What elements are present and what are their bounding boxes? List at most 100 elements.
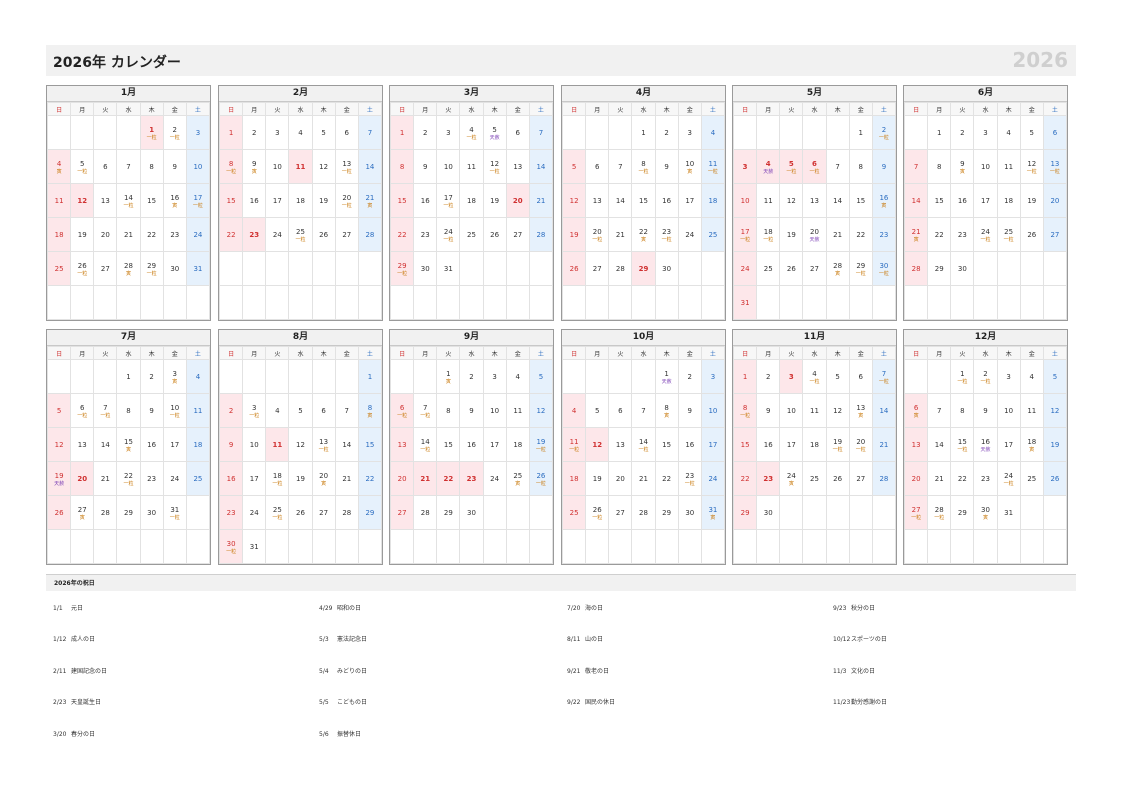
- day-number: 2: [172, 125, 177, 134]
- day-number: 15: [662, 440, 672, 449]
- day-number: 23: [662, 227, 672, 236]
- day-number: 7: [913, 162, 919, 171]
- day-number: 1: [742, 372, 748, 381]
- day-number: 24: [249, 508, 259, 517]
- weekday-header: 金: [1019, 102, 1044, 116]
- day-cell: 19 一粒: [528, 427, 554, 462]
- day-cell: [825, 529, 850, 564]
- day-tag-tora: 寅: [125, 270, 131, 277]
- day-number: 3: [251, 403, 257, 412]
- day-cell: 15: [927, 183, 952, 218]
- day-cell: 17: [265, 183, 290, 218]
- day-cell: 6: [334, 115, 359, 150]
- day-number: 13: [77, 440, 87, 449]
- day-number: 20: [342, 193, 352, 202]
- day-cell: 3: [265, 115, 290, 150]
- weekday-header: 水: [116, 346, 141, 360]
- holiday-entry: 11/3 文化の日: [833, 666, 875, 675]
- holiday-name: スポーツの日: [851, 636, 887, 643]
- weekday-header: 金: [848, 346, 873, 360]
- day-cell: 1: [927, 115, 952, 150]
- day-number: 3: [983, 128, 988, 137]
- holiday-entry: 4/29 昭和の日: [319, 603, 361, 612]
- day-number: 9: [251, 159, 257, 168]
- day-cell: 6 一粒: [389, 393, 415, 428]
- day-number: 9: [469, 406, 474, 415]
- day-cell: 29: [116, 495, 141, 530]
- day-number: 14: [536, 162, 546, 171]
- day-tag-ikkai: 一粒: [489, 168, 500, 175]
- day-number: 22: [397, 230, 407, 239]
- day-number: 8: [446, 406, 451, 415]
- day-cell: 13 一粒: [311, 427, 336, 462]
- day-number: 15: [639, 196, 648, 205]
- day-number: 22: [934, 230, 944, 239]
- day-number: 8: [367, 403, 373, 412]
- day-cell: [802, 529, 827, 564]
- day-cell: 20: [70, 461, 95, 496]
- day-cell: 25: [1019, 461, 1044, 496]
- month-title: 12月: [904, 330, 1067, 346]
- day-tag-ikkai: 一粒: [249, 412, 260, 419]
- day-number: 25: [193, 474, 203, 483]
- day-cell: 25: [700, 217, 726, 252]
- day-cell: [482, 251, 507, 286]
- day-cell: 4: [561, 393, 587, 428]
- day-number: 17: [193, 193, 203, 202]
- day-cell: 3: [700, 359, 726, 394]
- day-number: 6: [618, 406, 623, 415]
- day-cell: 15: [436, 427, 461, 462]
- day-tag-tora: 寅: [367, 202, 373, 209]
- month-block: 1月日月火水木金土 1 一粒 2 一粒 3 4 寅 5 一粒 6 7 8 9 10 11 12 13 14 一粒 15 1…: [46, 85, 211, 321]
- day-number: 8: [399, 162, 405, 171]
- day-cell: 23: [242, 217, 267, 252]
- day-number: 23: [147, 474, 157, 483]
- day-cell: 22 一粒: [116, 461, 141, 496]
- day-cell: [779, 529, 804, 564]
- weekday-header: 木: [654, 346, 679, 360]
- holiday-name: 憲法記念日: [337, 636, 368, 643]
- day-number: 23: [249, 230, 260, 239]
- day-cell: [700, 529, 726, 564]
- weekday-header: 月: [413, 346, 438, 360]
- day-number: 21: [536, 196, 546, 205]
- day-tag-ikkai: 一粒: [684, 480, 695, 487]
- day-cell: 16: [677, 427, 702, 462]
- day-tag-ikkai: 一粒: [809, 168, 820, 175]
- weekday-header: 火: [950, 346, 975, 360]
- day-cell: 10 一粒: [162, 393, 187, 428]
- day-cell: 15: [139, 183, 164, 218]
- day-number: 3: [492, 372, 497, 381]
- day-number: 25: [54, 264, 64, 273]
- day-number: 7: [367, 128, 373, 137]
- day-tag-tora: 寅: [172, 202, 178, 209]
- day-cell: 24 一粒: [436, 217, 461, 252]
- day-number: 28: [100, 508, 110, 517]
- day-cell: [585, 529, 610, 564]
- day-cell: 4: [265, 393, 290, 428]
- day-number: 24: [740, 264, 750, 273]
- day-tag-ikkai: 一粒: [295, 236, 306, 243]
- day-number: 11: [467, 162, 476, 171]
- day-cell: 23: [973, 461, 998, 496]
- day-number: 12: [319, 162, 329, 171]
- holiday-entry: 2/11 建国記念の日: [53, 666, 107, 675]
- day-cell: 7: [825, 149, 850, 184]
- day-cell: 2: [242, 115, 267, 150]
- day-cell: 4: [1019, 359, 1044, 394]
- day-number: 29: [443, 508, 453, 517]
- day-tag-ikkai: 一粒: [420, 412, 431, 419]
- day-cell: 2: [413, 115, 438, 150]
- day-cell: 15: [218, 183, 244, 218]
- day-cell: 3: [677, 115, 702, 150]
- day-tag-ikkai: 一粒: [318, 446, 329, 453]
- day-number: 3: [742, 162, 748, 171]
- day-tag-tensha: 天赦: [980, 446, 991, 453]
- day-cell: 20 天赦: [802, 217, 827, 252]
- day-number: 28: [342, 508, 352, 517]
- day-number: 26: [1027, 230, 1037, 239]
- day-cell: 16: [950, 183, 975, 218]
- day-cell: 24 一粒: [973, 217, 998, 252]
- day-cell: 28: [93, 495, 118, 530]
- day-tag-ikkai: 一粒: [786, 168, 797, 175]
